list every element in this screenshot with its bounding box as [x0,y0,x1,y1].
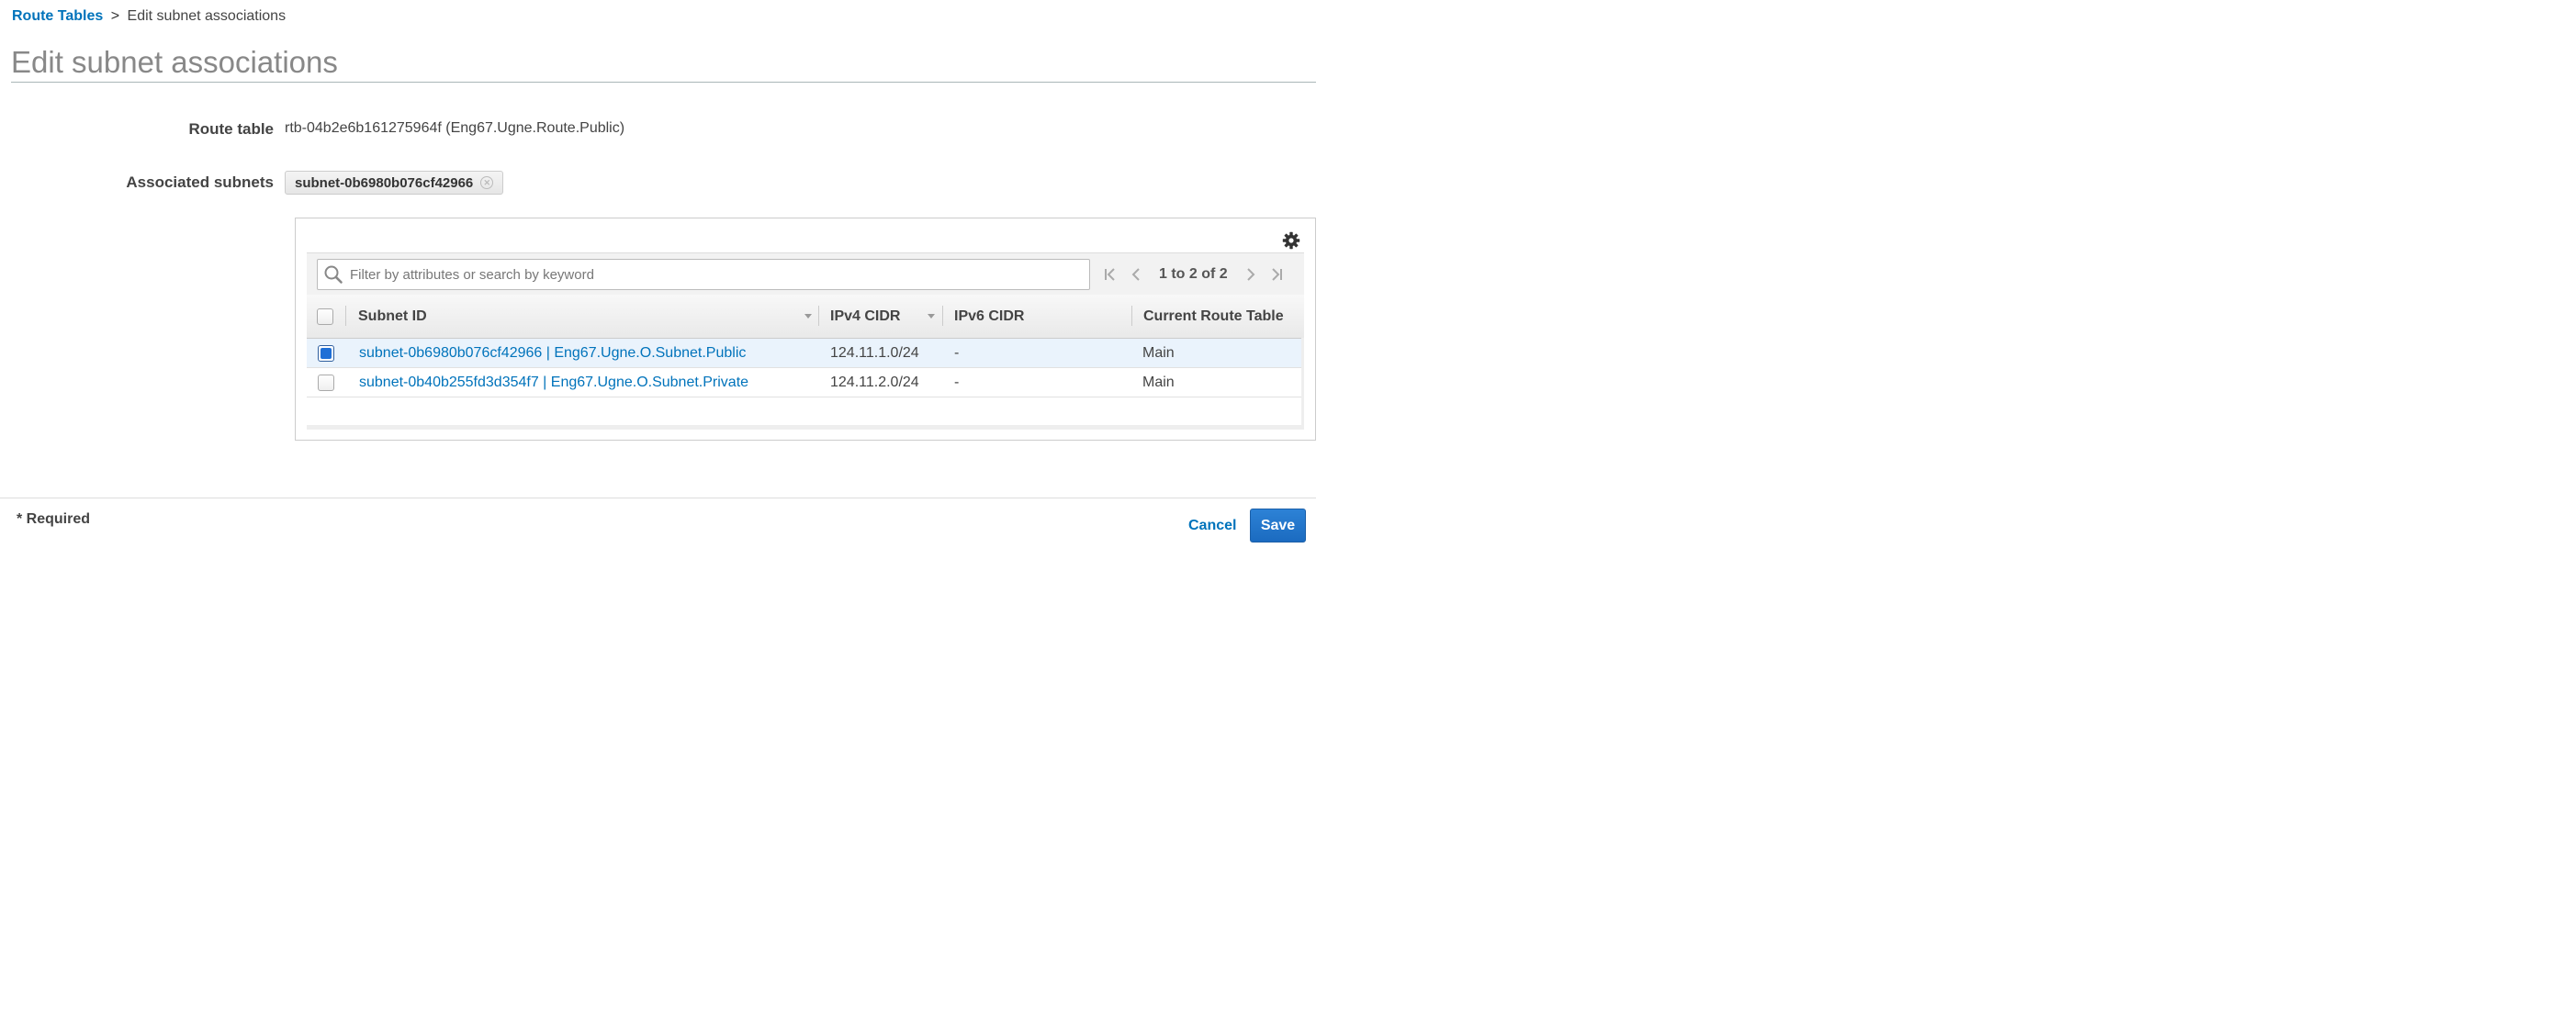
column-divider [1131,306,1132,326]
column-header-ipv6-cidr[interactable]: IPv6 CIDR [954,295,1024,338]
associated-subnet-token-label: subnet-0b6980b076cf42966 [295,174,474,191]
select-all-checkbox[interactable] [317,308,333,325]
breadcrumb-current: Edit subnet associations [127,8,287,24]
row-select-cell [318,368,334,397]
row-select-cell [318,339,334,367]
cancel-button[interactable]: Cancel [1188,518,1236,534]
title-divider [11,82,1316,83]
ipv6-cidr-cell: - [954,374,960,390]
column-header-subnet-id[interactable]: Subnet ID [358,295,427,338]
first-page-icon[interactable] [1102,266,1119,283]
ipv4-cidr-cell: 124.11.2.0/24 [830,374,919,390]
subnets-table-panel: 1 to 2 of 2 Subnet ID IPv4 CIDR [295,218,1316,441]
gear-icon[interactable] [1282,231,1300,250]
sort-caret-icon[interactable] [928,314,935,319]
subnet-id-link[interactable]: subnet-0b6980b076cf42966 | Eng67.Ugne.O.… [359,339,746,367]
table-horizontal-scrollbar[interactable] [307,425,1304,430]
pagination: 1 to 2 of 2 [1102,253,1285,295]
associated-subnet-token: subnet-0b6980b076cf42966 ✕ [285,171,504,195]
current-route-table-cell: Main [1142,344,1175,361]
sort-caret-icon[interactable] [804,314,812,319]
last-page-icon[interactable] [1268,266,1285,283]
required-note: * Required [17,511,91,527]
table-header: Subnet ID IPv4 CIDR IPv6 CIDR Current Ro… [307,295,1304,339]
pagination-text: 1 to 2 of 2 [1159,265,1228,282]
ipv6-cidr-cell: - [954,344,960,361]
route-table-value: rtb-04b2e6b161275964f (Eng67.Ugne.Route.… [285,120,625,136]
page-title: Edit subnet associations [11,45,338,79]
table-row[interactable]: subnet-0b6980b076cf42966 | Eng67.Ugne.O.… [307,339,1304,368]
select-all-cell [317,295,333,338]
search-box[interactable] [317,259,1090,290]
table-row[interactable]: subnet-0b40b255fd3d354f7 | Eng67.Ugne.O.… [307,368,1304,397]
current-route-table-cell: Main [1142,374,1175,390]
breadcrumb-separator: > [110,8,120,24]
column-header-current-route-table[interactable]: Current Route Table [1143,295,1284,338]
row-checkbox[interactable] [318,374,334,391]
route-table-label: Route table [188,120,274,138]
chevron-left-icon[interactable] [1128,266,1144,283]
ipv4-cidr-cell: 124.11.1.0/24 [830,344,919,361]
column-divider [818,306,819,326]
table-scrollbar-track[interactable] [1301,338,1304,430]
table-toolbar: 1 to 2 of 2 [307,252,1304,296]
search-icon [324,265,343,284]
subnets-table: Subnet ID IPv4 CIDR IPv6 CIDR Current Ro… [307,295,1304,397]
edit-subnet-associations-page: Route Tables > Edit subnet associations … [0,0,1433,569]
chevron-right-icon[interactable] [1243,266,1259,283]
breadcrumb: Route Tables > Edit subnet associations [12,7,286,26]
column-divider [942,306,943,326]
row-checkbox[interactable] [318,344,334,362]
close-circle-icon[interactable]: ✕ [480,176,494,189]
save-button[interactable]: Save [1250,509,1306,543]
subnet-id-link[interactable]: subnet-0b40b255fd3d354f7 | Eng67.Ugne.O.… [359,368,748,397]
column-header-ipv4-cidr[interactable]: IPv4 CIDR [830,295,900,338]
associated-subnets-label: Associated subnets [126,173,274,191]
search-input[interactable] [348,265,1089,284]
column-divider [345,306,346,326]
breadcrumb-route-tables-link[interactable]: Route Tables [12,8,103,24]
